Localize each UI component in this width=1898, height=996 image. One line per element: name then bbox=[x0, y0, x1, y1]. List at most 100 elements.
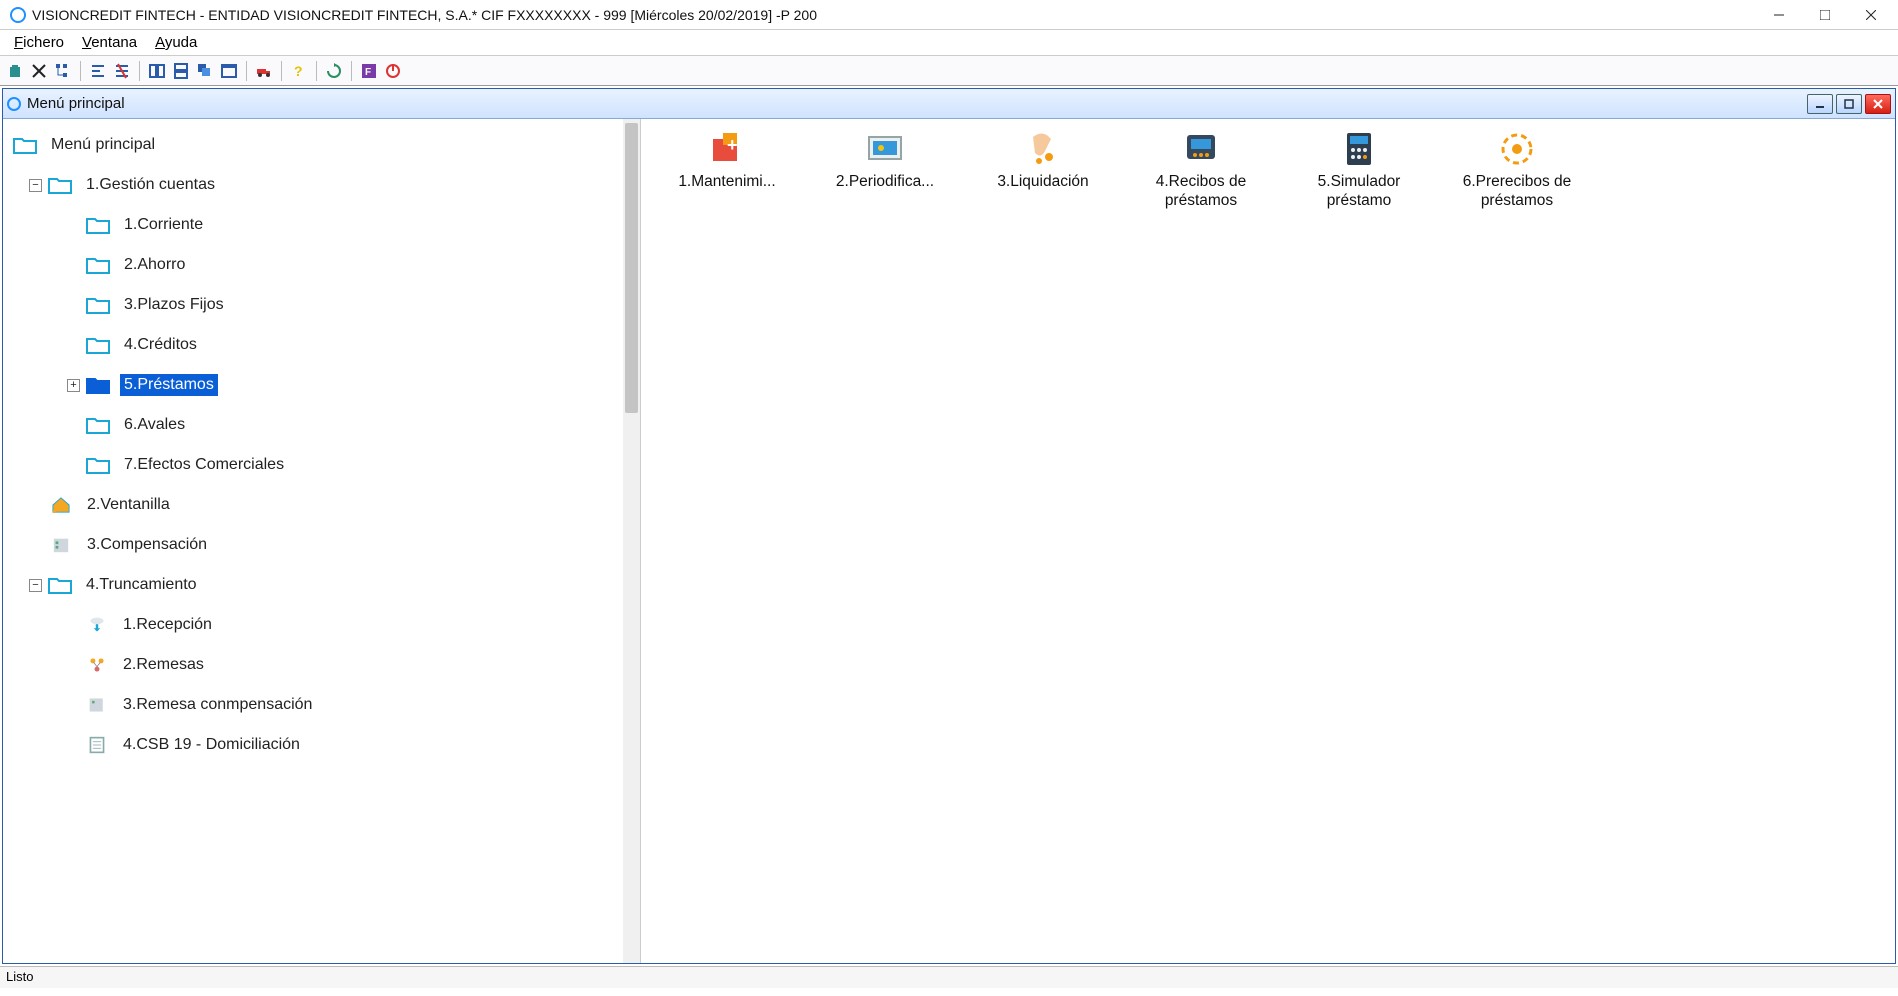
menu-window[interactable]: Ventana bbox=[82, 34, 137, 51]
tree-label: 1.Corriente bbox=[120, 214, 207, 236]
toolbar-separator bbox=[316, 61, 317, 81]
grid-item-label: 2.Periodifica... bbox=[815, 173, 955, 192]
tree-label: 6.Avales bbox=[120, 414, 189, 436]
folder-icon bbox=[48, 576, 72, 594]
tree-label: 3.Compensación bbox=[83, 534, 211, 556]
child-window-title: Menú principal bbox=[27, 95, 1804, 112]
tree-node[interactable]: 4.Créditos bbox=[5, 325, 638, 365]
receipt-icon bbox=[1181, 129, 1221, 169]
folder-icon bbox=[13, 136, 37, 154]
tree-node[interactable]: 3.Plazos Fijos bbox=[5, 285, 638, 325]
prereceipt-icon bbox=[1497, 129, 1537, 169]
period-icon bbox=[865, 129, 905, 169]
grid-item[interactable]: 5.Simulador préstamo bbox=[1289, 129, 1429, 210]
grid-item[interactable]: 6.Prerecibos de préstamos bbox=[1447, 129, 1587, 210]
tb-panel-f-icon[interactable]: F bbox=[358, 60, 380, 82]
svg-text:F: F bbox=[365, 67, 371, 78]
toolbar-separator bbox=[139, 61, 140, 81]
toolbar-separator bbox=[246, 61, 247, 81]
grid-item[interactable]: + 1.Mantenimi... bbox=[657, 129, 797, 210]
tree-label: 4.Créditos bbox=[120, 334, 201, 356]
tb-power-icon[interactable] bbox=[382, 60, 404, 82]
liquid-icon bbox=[1023, 129, 1063, 169]
grid-item[interactable]: 3.Liquidación bbox=[973, 129, 1113, 210]
tb-help-icon[interactable]: ? bbox=[288, 60, 310, 82]
expand-icon[interactable]: + bbox=[67, 379, 80, 392]
tb-columns-icon[interactable] bbox=[146, 60, 168, 82]
tree-scrollbar[interactable] bbox=[623, 119, 640, 963]
tb-window-icon[interactable] bbox=[218, 60, 240, 82]
tree-node[interactable]: 7.Efectos Comerciales bbox=[5, 445, 638, 485]
tree-node[interactable]: + 5.Préstamos bbox=[5, 365, 638, 405]
tb-refresh-icon[interactable] bbox=[323, 60, 345, 82]
tb-cascade-icon[interactable] bbox=[194, 60, 216, 82]
tree-label: 2.Remesas bbox=[119, 654, 208, 676]
child-minimize-button[interactable] bbox=[1807, 94, 1833, 114]
tree-node-gestion[interactable]: − 1.Gestión cuentas bbox=[5, 165, 638, 205]
tree-node[interactable]: 4.CSB 19 - Domiciliación bbox=[5, 725, 638, 765]
tb-align-left-icon[interactable] bbox=[87, 60, 109, 82]
icon-pane: + 1.Mantenimi... 2.Periodifica... 3.Liqu… bbox=[641, 119, 1895, 963]
nav-tree[interactable]: Menú principal − 1.Gestión cuentas 1.Cor… bbox=[3, 119, 640, 771]
tree-label: 4.Truncamiento bbox=[82, 574, 201, 596]
window-maximize-button[interactable] bbox=[1802, 1, 1848, 29]
tb-delete-icon[interactable] bbox=[28, 60, 50, 82]
child-app-icon bbox=[7, 97, 21, 111]
tree-node-compensacion[interactable]: 3.Compensación bbox=[5, 525, 638, 565]
child-maximize-button[interactable] bbox=[1836, 94, 1862, 114]
tree-node[interactable]: 2.Remesas bbox=[5, 645, 638, 685]
item-icon bbox=[85, 696, 109, 714]
folder-icon bbox=[86, 336, 110, 354]
tree-node-truncamiento[interactable]: − 4.Truncamiento bbox=[5, 565, 638, 605]
collapse-icon[interactable]: − bbox=[29, 179, 42, 192]
tb-align-strike-icon[interactable] bbox=[111, 60, 133, 82]
tree-node[interactable]: 1.Recepción bbox=[5, 605, 638, 645]
grid-item-label: 1.Mantenimi... bbox=[657, 173, 797, 192]
folder-icon bbox=[86, 256, 110, 274]
tb-truck-icon[interactable] bbox=[253, 60, 275, 82]
icon-grid: + 1.Mantenimi... 2.Periodifica... 3.Liqu… bbox=[657, 129, 1879, 210]
tree-label: 3.Plazos Fijos bbox=[120, 294, 228, 316]
menu-file[interactable]: Fichero bbox=[14, 34, 64, 51]
menu-help[interactable]: Ayuda bbox=[155, 34, 197, 51]
tree-pane: Menú principal − 1.Gestión cuentas 1.Cor… bbox=[3, 119, 641, 963]
building-icon bbox=[49, 536, 73, 554]
menubar: Fichero Ventana Ayuda bbox=[0, 30, 1898, 56]
maint-icon: + bbox=[707, 129, 747, 169]
child-titlebar: Menú principal bbox=[3, 89, 1895, 119]
window-title: VISIONCREDIT FINTECH - ENTIDAD VISIONCRE… bbox=[32, 7, 1756, 23]
tree-node-ventanilla[interactable]: 2.Ventanilla bbox=[5, 485, 638, 525]
toolbar-separator bbox=[80, 61, 81, 81]
tb-tree-icon[interactable] bbox=[52, 60, 74, 82]
grid-item-label: 3.Liquidación bbox=[973, 173, 1113, 192]
tb-trash-icon[interactable] bbox=[4, 60, 26, 82]
app-icon bbox=[10, 7, 26, 23]
scrollbar-thumb[interactable] bbox=[625, 123, 638, 413]
window-close-button[interactable] bbox=[1848, 1, 1894, 29]
tree-node[interactable]: 1.Corriente bbox=[5, 205, 638, 245]
item-icon bbox=[85, 656, 109, 674]
child-window: Menú principal Menú principal bbox=[2, 88, 1896, 964]
tree-node[interactable]: 3.Remesa conmpensación bbox=[5, 685, 638, 725]
tree-label: 7.Efectos Comerciales bbox=[120, 454, 288, 476]
tree-root[interactable]: Menú principal bbox=[5, 125, 638, 165]
tree-node[interactable]: 6.Avales bbox=[5, 405, 638, 445]
tree-label: 2.Ahorro bbox=[120, 254, 189, 276]
grid-item[interactable]: 2.Periodifica... bbox=[815, 129, 955, 210]
window-titlebar: VISIONCREDIT FINTECH - ENTIDAD VISIONCRE… bbox=[0, 0, 1898, 30]
folder-icon bbox=[86, 456, 110, 474]
collapse-icon[interactable]: − bbox=[29, 579, 42, 592]
grid-item-label: 4.Recibos de préstamos bbox=[1131, 173, 1271, 210]
child-close-button[interactable] bbox=[1865, 94, 1891, 114]
house-icon bbox=[49, 496, 73, 514]
folder-icon bbox=[48, 176, 72, 194]
toolbar-separator bbox=[281, 61, 282, 81]
tree-node[interactable]: 2.Ahorro bbox=[5, 245, 638, 285]
mdi-area: Menú principal Menú principal bbox=[0, 86, 1898, 966]
tree-label: Menú principal bbox=[47, 134, 159, 156]
folder-icon bbox=[86, 296, 110, 314]
window-minimize-button[interactable] bbox=[1756, 1, 1802, 29]
toolbar-separator bbox=[351, 61, 352, 81]
grid-item[interactable]: 4.Recibos de préstamos bbox=[1131, 129, 1271, 210]
tb-rows-icon[interactable] bbox=[170, 60, 192, 82]
